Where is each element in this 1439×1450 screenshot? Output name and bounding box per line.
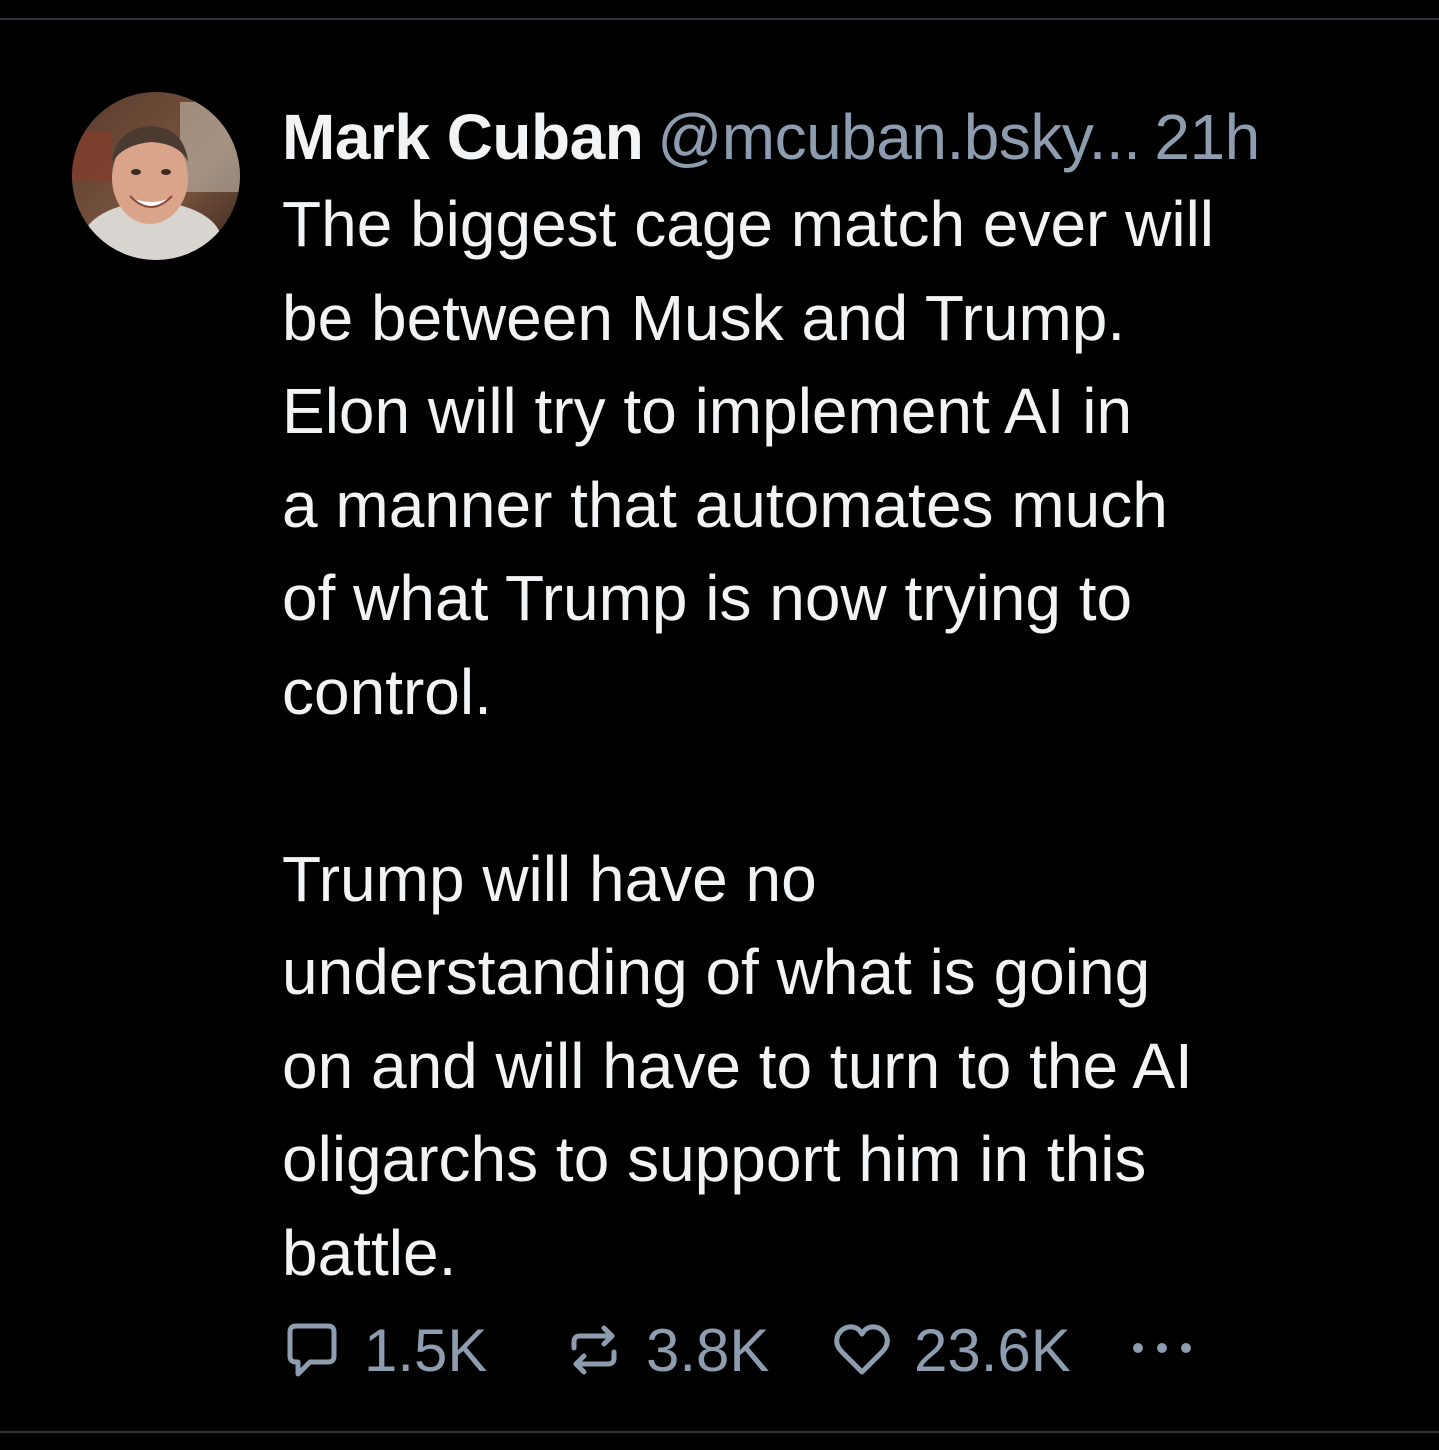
like-button[interactable]: 23.6K <box>830 1316 1130 1385</box>
post-text: The biggest cage match ever will be betw… <box>282 188 1214 1289</box>
repost-button[interactable]: 3.8K <box>562 1316 830 1385</box>
more-options-button[interactable] <box>1130 1336 1194 1365</box>
like-count: 23.6K <box>914 1316 1071 1384</box>
post-content: Mark Cuban @mcuban.bsky... 21h The biggest… <box>282 98 1402 1300</box>
author-display-name[interactable]: Mark Cuban <box>282 101 644 173</box>
repost-count: 3.8K <box>646 1316 770 1384</box>
bottom-divider <box>0 1431 1439 1433</box>
post-actions: 1.5K 3.8K 23.6K <box>280 1310 1194 1390</box>
author-handle[interactable]: @mcuban.bsky... <box>657 101 1141 173</box>
reply-bubble-icon <box>280 1318 344 1382</box>
author-avatar[interactable] <box>72 92 240 260</box>
post-card[interactable]: Mark Cuban @mcuban.bsky... 21h The biggest… <box>0 20 1439 1430</box>
reply-count: 1.5K <box>364 1316 488 1384</box>
heart-icon <box>830 1318 894 1382</box>
reply-button[interactable]: 1.5K <box>280 1316 562 1385</box>
post-timestamp[interactable]: 21h <box>1154 101 1260 173</box>
avatar-photo <box>72 92 240 260</box>
post-header: Mark Cuban @mcuban.bsky... 21h <box>282 98 1402 176</box>
repost-icon <box>562 1318 626 1382</box>
more-dots-icon <box>1130 1336 1194 1365</box>
